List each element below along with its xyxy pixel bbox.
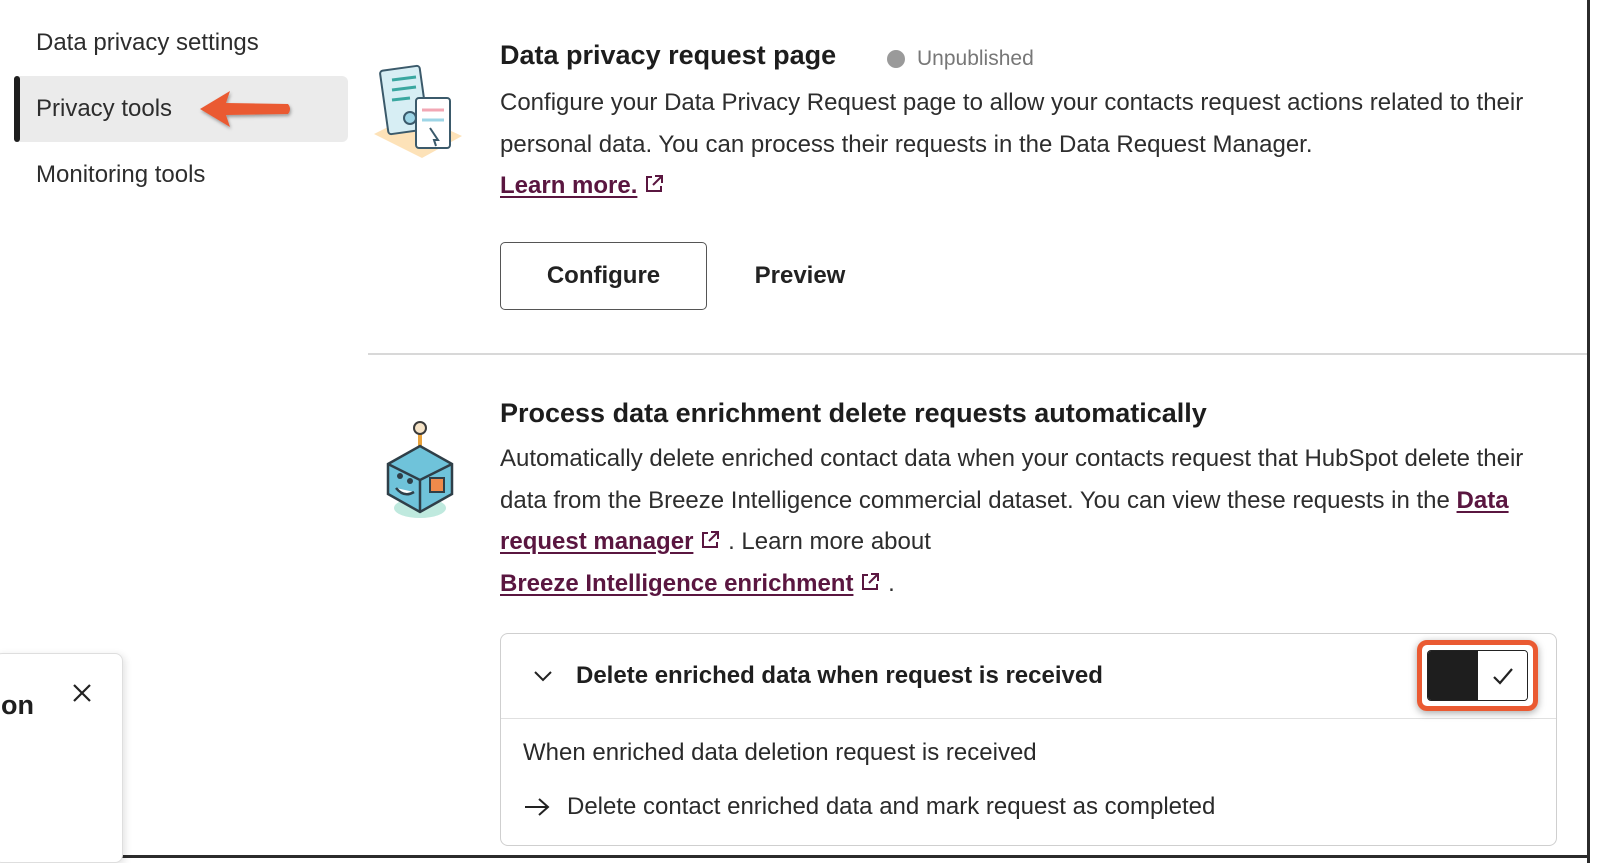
section-title-enrichment: Process data enrichment delete requests … — [500, 398, 1207, 428]
accordion-header[interactable]: Delete enriched data when request is rec… — [501, 634, 1556, 719]
accordion-title: Delete enriched data when request is rec… — [576, 662, 1103, 689]
close-icon — [73, 684, 91, 702]
close-button[interactable] — [65, 676, 99, 710]
section-divider — [368, 353, 1587, 355]
settings-sidebar: Data privacy settings Privacy tools Moni… — [14, 10, 348, 208]
screenshot-border-right — [1587, 0, 1590, 863]
robot-illustration-icon — [386, 421, 454, 518]
side-panel: on — [0, 653, 123, 863]
action-row: Delete contact enriched data and mark re… — [523, 793, 1556, 821]
status-dot-icon — [887, 50, 905, 68]
external-link-icon — [702, 531, 720, 548]
privacy-request-description: Configure your Data Privacy Request page… — [500, 82, 1560, 207]
sidebar-item-privacy-tools[interactable]: Privacy tools — [14, 76, 348, 142]
annotation-arrow-icon — [200, 91, 290, 127]
panel-title: on — [1, 690, 34, 720]
action-text: Delete contact enriched data and mark re… — [567, 793, 1216, 820]
checkmark-icon — [1492, 667, 1513, 685]
learn-more-link[interactable]: Learn more. — [500, 172, 637, 199]
privacy-document-illustration-icon — [374, 64, 462, 158]
accordion-body: When enriched data deletion request is r… — [501, 739, 1556, 821]
description-text-2: . Learn more about — [728, 528, 931, 555]
enrichment-description: Automatically delete enriched contact da… — [500, 438, 1560, 604]
configure-button[interactable]: Configure — [500, 242, 707, 310]
status-badge: Unpublished — [887, 47, 1034, 71]
chevron-down-icon[interactable] — [532, 665, 554, 687]
enable-toggle[interactable] — [1427, 650, 1528, 701]
external-link-icon — [862, 572, 880, 590]
status-label: Unpublished — [917, 47, 1034, 70]
external-link-icon — [646, 175, 664, 192]
sidebar-item-label: Monitoring tools — [36, 161, 206, 188]
breeze-intelligence-link[interactable]: Breeze Intelligence enrichment — [500, 570, 853, 597]
description-text: Configure your Data Privacy Request page… — [500, 89, 1524, 158]
sidebar-item-monitoring-tools[interactable]: Monitoring tools — [14, 142, 348, 208]
section-title-privacy-request: Data privacy request page — [500, 40, 837, 70]
toggle-annotation-highlight — [1417, 640, 1538, 711]
toggle-knob — [1428, 651, 1478, 700]
arrow-right-icon — [525, 798, 550, 816]
toggle-track — [1478, 651, 1527, 700]
delete-enriched-data-accordion: Delete enriched data when request is rec… — [500, 633, 1557, 846]
sidebar-item-data-privacy-settings[interactable]: Data privacy settings — [14, 10, 348, 76]
trigger-text: When enriched data deletion request is r… — [523, 739, 1037, 766]
description-text: Automatically delete enriched contact da… — [500, 445, 1524, 514]
sidebar-item-label: Privacy tools — [36, 95, 173, 122]
description-text-3: . — [888, 569, 895, 597]
sidebar-item-label: Data privacy settings — [36, 29, 259, 56]
preview-button[interactable]: Preview — [740, 242, 860, 310]
screenshot-border-bottom — [0, 855, 1590, 858]
